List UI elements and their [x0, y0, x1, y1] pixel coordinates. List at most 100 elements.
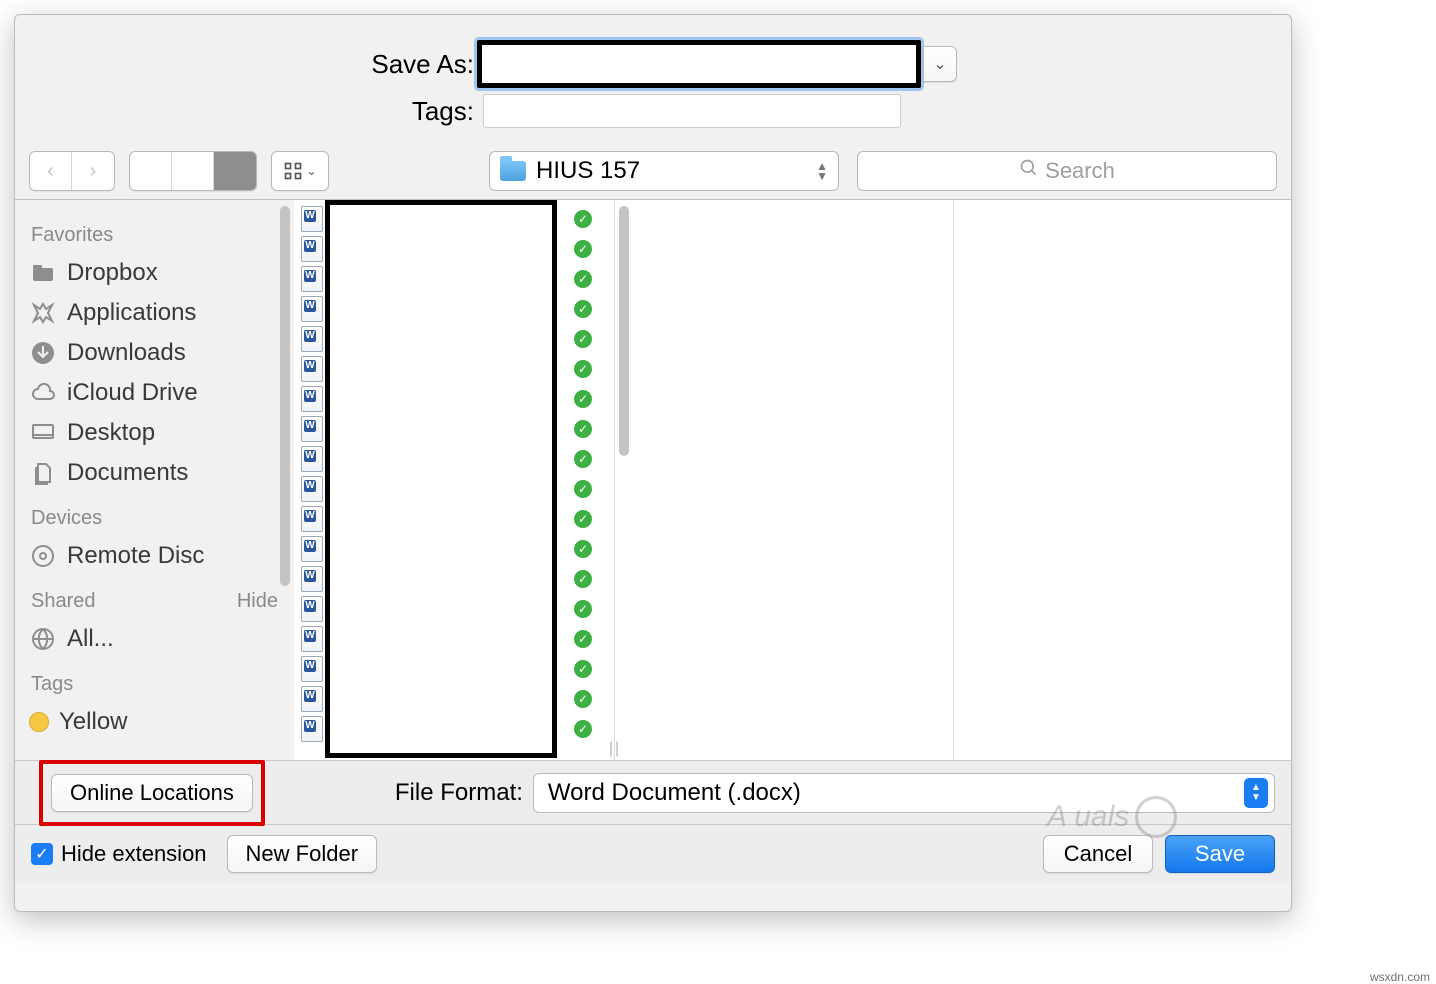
- sidebar: Favorites Dropbox Applications Downloads…: [15, 200, 295, 760]
- word-doc-icon: [301, 656, 323, 682]
- sidebar-item-dropbox[interactable]: Dropbox: [25, 253, 294, 293]
- disc-icon: [29, 544, 57, 568]
- save-as-label: Save As:: [15, 49, 477, 80]
- sidebar-item-remote-disc[interactable]: Remote Disc: [25, 536, 294, 576]
- preview-column-1: ||: [615, 200, 954, 760]
- sidebar-item-label: Remote Disc: [67, 542, 204, 570]
- sync-ok-icon: ✓: [574, 720, 592, 738]
- word-doc-icon: [301, 566, 323, 592]
- devices-header: Devices: [31, 507, 278, 530]
- sync-ok-icon: ✓: [574, 630, 592, 648]
- save-dialog: Save As: ⌄ Tags: ‹ ›: [14, 14, 1292, 912]
- filename-input[interactable]: [477, 40, 921, 88]
- sidebar-item-label: Downloads: [67, 339, 186, 367]
- sidebar-item-label: All...: [67, 625, 114, 653]
- hide-extension-checkbox[interactable]: ✓: [31, 843, 53, 865]
- sync-ok-icon: ✓: [574, 480, 592, 498]
- sync-ok-icon: ✓: [574, 570, 592, 588]
- word-doc-icon: [301, 506, 323, 532]
- sidebar-item-label: iCloud Drive: [67, 379, 198, 407]
- back-button[interactable]: ‹: [30, 152, 72, 190]
- hide-link[interactable]: Hide: [237, 590, 278, 613]
- forward-button[interactable]: ›: [72, 152, 114, 190]
- online-locations-button[interactable]: Online Locations: [51, 774, 253, 812]
- sidebar-item-label: Dropbox: [67, 259, 158, 287]
- tags-row: Tags:: [15, 91, 1291, 131]
- hide-extension-label: Hide extension: [61, 841, 207, 867]
- filename-redaction: [325, 200, 557, 758]
- favorites-header: Favorites: [31, 224, 278, 247]
- chevron-right-icon: ›: [90, 160, 97, 183]
- shared-header: Shared Hide: [31, 590, 278, 613]
- column-view-button[interactable]: [214, 152, 256, 190]
- watermark-icon: [1135, 796, 1177, 838]
- file-format-value: Word Document (.docx): [548, 779, 801, 807]
- nav-group: ‹ ›: [29, 151, 115, 191]
- sync-ok-icon: ✓: [574, 240, 592, 258]
- tags-input[interactable]: [483, 94, 901, 128]
- column-resize-handle[interactable]: ||: [603, 740, 627, 758]
- folder-icon: [29, 261, 57, 285]
- cloud-icon: [29, 381, 57, 405]
- sync-ok-icon: ✓: [574, 210, 592, 228]
- sidebar-item-label: Applications: [67, 299, 196, 327]
- downloads-icon: [29, 341, 57, 365]
- sync-ok-icon: ✓: [574, 450, 592, 468]
- sync-ok-icon: ✓: [574, 270, 592, 288]
- footer-site: wsxdn.com: [1370, 970, 1430, 984]
- sidebar-item-downloads[interactable]: Downloads: [25, 333, 294, 373]
- sidebar-item-label: Yellow: [59, 708, 128, 736]
- word-doc-icon: [301, 686, 323, 712]
- column-scrollbar[interactable]: [619, 206, 629, 456]
- icon-view-button[interactable]: [130, 152, 172, 190]
- chevron-down-icon: ⌄: [933, 54, 946, 74]
- sync-ok-icon: ✓: [574, 540, 592, 558]
- sync-ok-icon: ✓: [574, 390, 592, 408]
- search-icon: [1019, 158, 1039, 184]
- search-placeholder: Search: [1045, 158, 1115, 184]
- sidebar-item-all-shared[interactable]: All...: [25, 619, 294, 659]
- expand-dialog-button[interactable]: ⌄: [923, 46, 957, 82]
- word-doc-icon: [301, 596, 323, 622]
- form-area: Save As: ⌄ Tags:: [15, 15, 1291, 145]
- word-doc-icon: [301, 476, 323, 502]
- sidebar-item-icloud[interactable]: iCloud Drive: [25, 373, 294, 413]
- online-locations-highlight: Online Locations: [39, 760, 265, 826]
- sidebar-item-desktop[interactable]: Desktop: [25, 413, 294, 453]
- updown-icon: ▲▼: [816, 161, 828, 181]
- sidebar-scrollbar[interactable]: [280, 206, 290, 586]
- word-doc-icon: [301, 446, 323, 472]
- arrange-icon: ⌄: [283, 161, 316, 181]
- file-format-label: File Format:: [395, 779, 523, 807]
- save-as-row: Save As: ⌄: [15, 39, 1291, 89]
- sync-ok-icon: ✓: [574, 510, 592, 528]
- search-field[interactable]: Search: [857, 151, 1277, 191]
- word-doc-icon: [301, 416, 323, 442]
- path-popup[interactable]: HIUS 157 ▲▼: [489, 151, 839, 191]
- file-column: ✓✓✓✓✓✓✓✓✓✓✓✓✓✓✓✓✓✓: [295, 200, 615, 760]
- applications-icon: [29, 301, 57, 325]
- sidebar-item-applications[interactable]: Applications: [25, 293, 294, 333]
- updown-icon: ▲▼: [1244, 778, 1268, 808]
- word-doc-icon: [301, 386, 323, 412]
- sync-ok-icon: ✓: [574, 690, 592, 708]
- desktop-icon: [29, 421, 57, 445]
- sidebar-item-documents[interactable]: Documents: [25, 453, 294, 493]
- word-doc-icon: [301, 206, 323, 232]
- list-view-button[interactable]: [172, 152, 214, 190]
- sync-ok-icon: ✓: [574, 330, 592, 348]
- sidebar-item-tag-yellow[interactable]: Yellow: [25, 702, 294, 742]
- new-folder-button[interactable]: New Folder: [227, 835, 377, 873]
- watermark: A uals: [1047, 787, 1247, 847]
- word-doc-icon: [301, 296, 323, 322]
- sync-ok-icon: ✓: [574, 300, 592, 318]
- file-browser: Favorites Dropbox Applications Downloads…: [15, 200, 1291, 760]
- documents-icon: [29, 461, 57, 485]
- path-label: HIUS 157: [536, 157, 640, 185]
- sync-ok-icon: ✓: [574, 660, 592, 678]
- preview-column-2: [954, 200, 1292, 760]
- toolbar: ‹ › ⌄: [15, 145, 1291, 200]
- view-mode-group: [129, 151, 257, 191]
- tag-dot-icon: [29, 712, 49, 732]
- arrange-button[interactable]: ⌄: [272, 152, 328, 190]
